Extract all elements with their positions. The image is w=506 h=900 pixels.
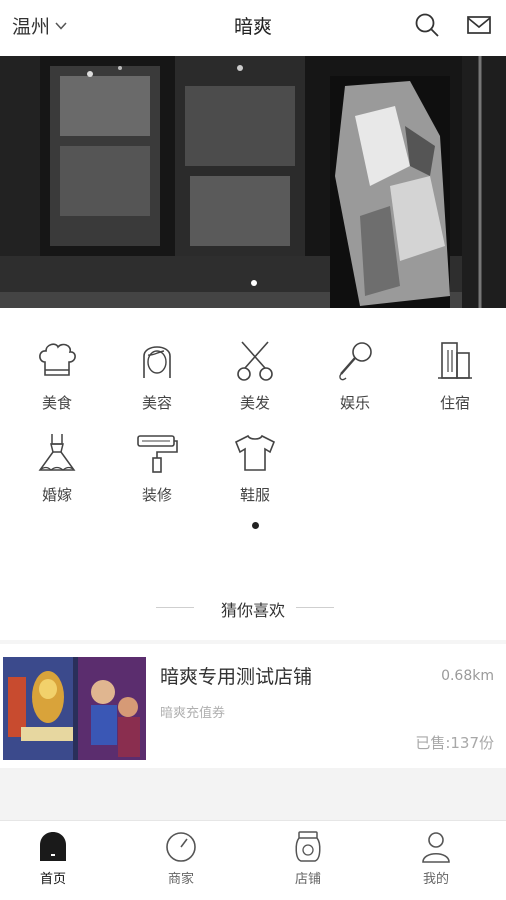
recommend-section-title: 猜你喜欢: [0, 596, 506, 620]
tab-label: 商家: [167, 872, 194, 887]
tshirt-icon: [234, 434, 276, 471]
top-header: 温州 暗爽: [0, 0, 506, 56]
search-icon[interactable]: [413, 11, 441, 39]
tab-merchants[interactable]: 商家: [131, 829, 231, 887]
category-page-indicator: [252, 522, 259, 529]
city-label: 温州: [12, 16, 51, 38]
banner-image: [0, 56, 506, 308]
building-icon: [438, 342, 472, 379]
category-label: 婚嫁: [41, 486, 72, 504]
woman-face-icon: [143, 346, 171, 378]
tab-home[interactable]: 首页: [3, 829, 103, 887]
wedding-dress-icon: [38, 434, 76, 471]
tab-shop[interactable]: 店铺: [258, 829, 358, 887]
category-wedding[interactable]: 婚嫁: [7, 430, 107, 520]
tab-label: 我的: [422, 872, 449, 887]
category-renovation[interactable]: 装修: [107, 430, 207, 520]
chevron-down-icon: [55, 21, 67, 30]
store-thumbnail: [3, 657, 146, 760]
category-label: 美容: [141, 394, 172, 412]
promo-banner[interactable]: [0, 56, 506, 308]
category-label: 美发: [239, 394, 270, 412]
category-lodging[interactable]: 住宿: [405, 338, 505, 428]
store-card[interactable]: 暗爽专用测试店铺 0.68km 暗爽充值券 已售:137份: [0, 644, 506, 768]
scissors-icon: [237, 341, 273, 381]
microphone-icon: [339, 342, 372, 381]
carousel-indicator: [251, 280, 257, 286]
category-label: 住宿: [439, 394, 470, 412]
shop-icon: [295, 831, 321, 862]
tab-label: 首页: [39, 872, 66, 887]
bottom-tab-bar: 首页 商家 店铺 我的: [0, 820, 506, 900]
user-icon: [422, 832, 450, 863]
city-selector[interactable]: 温州: [12, 12, 68, 39]
category-food[interactable]: 美食: [7, 338, 107, 428]
mail-icon[interactable]: [465, 11, 493, 39]
category-clothing[interactable]: 鞋服: [205, 430, 305, 520]
home-icon: [40, 832, 66, 861]
category-label: 美食: [41, 394, 72, 412]
paint-roller-icon: [137, 435, 178, 473]
chef-hat-icon: [39, 343, 76, 376]
category-label: 鞋服: [239, 486, 270, 504]
store-image: [3, 657, 146, 760]
section-title: 猜你喜欢: [220, 601, 285, 620]
divider-right: [296, 607, 334, 608]
category-entertainment[interactable]: 娱乐: [305, 338, 405, 428]
store-sold-count: 已售:137份: [415, 734, 494, 752]
category-hair[interactable]: 美发: [205, 338, 305, 428]
store-distance: 0.68km: [441, 668, 494, 684]
category-beauty[interactable]: 美容: [107, 338, 207, 428]
compass-icon: [166, 832, 196, 862]
category-label: 娱乐: [339, 394, 370, 412]
store-subtitle: 暗爽充值券: [160, 706, 226, 721]
category-label: 装修: [141, 486, 172, 504]
tab-profile[interactable]: 我的: [386, 829, 486, 887]
tab-label: 店铺: [294, 872, 321, 887]
store-name: 暗爽专用测试店铺: [160, 666, 313, 688]
content-background: [0, 768, 506, 820]
